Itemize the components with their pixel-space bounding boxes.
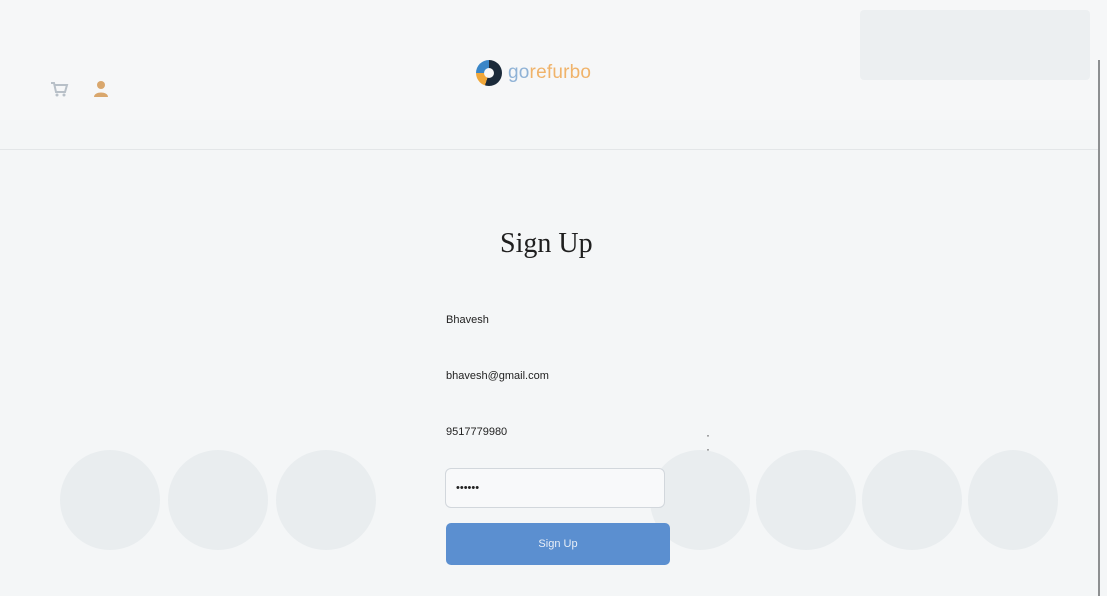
password-field[interactable]: •••••• — [445, 468, 665, 508]
logo[interactable]: gorefurbo — [476, 60, 591, 86]
screen-edge — [1098, 60, 1100, 596]
category-circle[interactable] — [168, 450, 268, 550]
logo-prefix: go — [508, 62, 530, 83]
email-field[interactable]: bhavesh@gmail.com — [446, 362, 666, 390]
signup-title: Sign Up — [500, 228, 593, 259]
logo-mark-icon — [476, 60, 502, 86]
category-circle[interactable] — [276, 450, 376, 550]
header-divider — [0, 149, 1100, 150]
category-circle[interactable] — [862, 450, 962, 550]
logo-suffix: refurbo — [529, 62, 592, 83]
signup-button[interactable]: Sign Up — [446, 523, 670, 565]
category-circle[interactable] — [60, 450, 160, 550]
header-shade — [860, 10, 1090, 80]
category-circle[interactable] — [968, 450, 1058, 550]
user-icon[interactable] — [90, 78, 112, 100]
phone-field-dots: · · — [706, 428, 710, 456]
category-circle[interactable] — [756, 450, 856, 550]
phone-field[interactable]: 9517779980 — [446, 418, 666, 446]
logo-text: gorefurbo — [508, 62, 591, 84]
nav-bar — [0, 112, 1107, 148]
name-field[interactable]: Bhavesh — [446, 306, 666, 334]
cart-icon[interactable] — [48, 78, 70, 100]
